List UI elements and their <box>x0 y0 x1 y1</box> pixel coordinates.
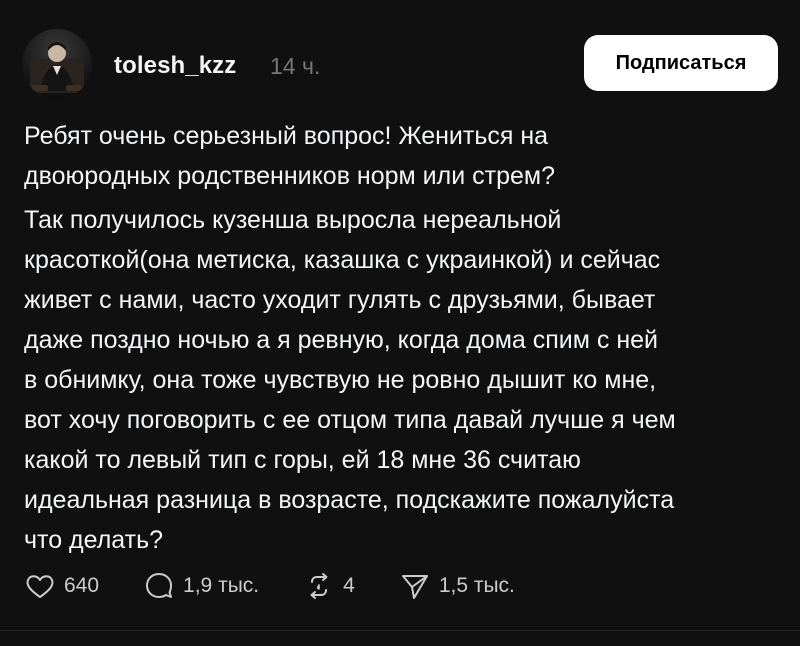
post-text: Ребят очень серьезный вопрос! Жениться н… <box>24 116 784 564</box>
share-button[interactable]: 1,5 тыс. <box>399 570 515 602</box>
author-username[interactable]: tolesh_kzz <box>114 52 236 80</box>
like-count: 640 <box>64 574 100 597</box>
avatar-image <box>22 29 92 99</box>
reply-button[interactable]: 1,9 тыс. <box>143 570 259 602</box>
follow-button[interactable]: Подписаться <box>584 35 778 91</box>
divider <box>0 630 800 631</box>
repost-icon <box>310 573 328 599</box>
post-timestamp: 14 ч. <box>270 53 321 79</box>
heart-icon <box>26 575 54 598</box>
post-paragraph: Ребят очень серьезный вопрос! Жениться н… <box>24 122 555 190</box>
comment-bubble-icon <box>146 573 173 598</box>
post-paragraph: Так получилось кузенша выросла нереально… <box>24 206 676 554</box>
post-header: tolesh_kzz 14 ч. Подписаться <box>22 26 778 102</box>
repost-count: 4 <box>343 574 355 597</box>
send-icon <box>401 575 428 599</box>
share-count: 1,5 тыс. <box>438 574 515 597</box>
repost-button[interactable]: 4 <box>303 570 355 602</box>
post-actions: 640 1,9 тыс. 4 1,5 тыс. <box>24 566 559 606</box>
avatar[interactable] <box>22 29 92 99</box>
reply-count: 1,9 тыс. <box>183 574 260 597</box>
like-button[interactable]: 640 <box>24 570 99 602</box>
